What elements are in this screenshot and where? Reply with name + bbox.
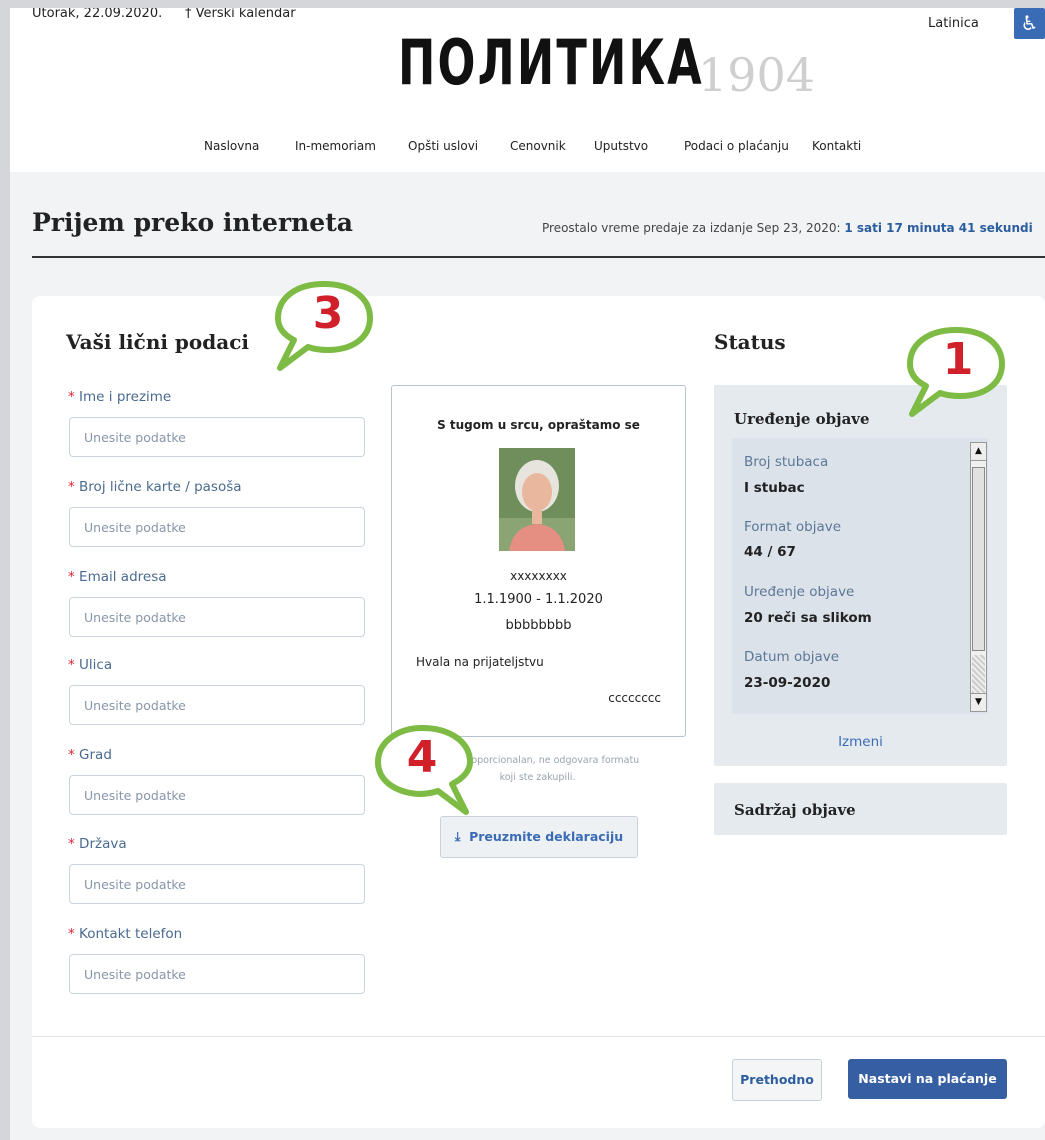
- download-icon: ⤓: [454, 829, 461, 844]
- format-value: 44 / 67: [744, 544, 796, 560]
- previous-button[interactable]: Prethodno: [732, 1059, 822, 1101]
- nav-item-naslovna[interactable]: Naslovna: [204, 139, 259, 153]
- current-date: Utorak, 22.09.2020.: [32, 8, 163, 21]
- continue-to-payment-button[interactable]: Nastavi na plaćanje: [848, 1059, 1007, 1099]
- column-count-value: I stubac: [744, 480, 805, 496]
- city-input[interactable]: [69, 775, 365, 815]
- nav-item-kontakti[interactable]: Kontakti: [812, 139, 861, 153]
- status-scrollbar[interactable]: ▲ ▼: [970, 442, 987, 712]
- portrait-photo: [499, 448, 575, 551]
- callout-number-4: 4: [406, 732, 438, 783]
- field-label-country: * Država: [68, 836, 127, 852]
- scroll-down-icon[interactable]: ▼: [971, 693, 986, 711]
- site-logo[interactable]: ПОЛИТИКА: [398, 26, 704, 99]
- preview-text-line: bbbbbbbb: [505, 618, 572, 633]
- status-panel-title: Uređenje objave: [734, 410, 870, 428]
- street-input[interactable]: [69, 685, 365, 725]
- preview-signature: cccccccc: [608, 691, 661, 705]
- nav-item-cenovnik[interactable]: Cenovnik: [510, 139, 566, 153]
- callout-number-1: 1: [942, 334, 974, 385]
- nav-item-in-memoriam[interactable]: In-memoriam: [295, 139, 376, 153]
- phone-input[interactable]: [69, 954, 365, 994]
- page-title: Prijem preko interneta: [32, 208, 353, 237]
- status-details: Broj stubaca I stubac Format objave 44 /…: [732, 438, 988, 714]
- country-input[interactable]: [69, 864, 365, 904]
- logo-year: 1904: [698, 48, 816, 102]
- scroll-track[interactable]: [972, 655, 985, 693]
- religious-calendar-link[interactable]: † Verski kalendar: [185, 8, 296, 21]
- scroll-thumb[interactable]: [972, 467, 985, 651]
- field-label-city: * Grad: [68, 747, 112, 763]
- deadline-timer: Preostalo vreme predaje za izdanje Sep 2…: [542, 221, 1033, 235]
- nav-item-opsti-uslovi[interactable]: Opšti uslovi: [408, 139, 478, 153]
- personal-data-title: Vaši lični podaci: [66, 330, 249, 354]
- preview-dates: 1.1.1900 - 1.1.2020: [474, 592, 603, 607]
- nav-item-podaci-o-placanju[interactable]: Podaci o plaćanju: [684, 139, 789, 153]
- layout-value: 20 reči sa slikom: [744, 610, 872, 626]
- edit-link[interactable]: Izmeni: [714, 734, 1007, 750]
- publish-date-value: 23-09-2020: [744, 675, 831, 691]
- callout-number-3: 3: [312, 288, 344, 339]
- title-divider: [32, 256, 1045, 258]
- script-toggle-link[interactable]: Latinica: [928, 16, 979, 31]
- wheelchair-icon[interactable]: ♿: [1014, 8, 1045, 39]
- deadline-label: Preostalo vreme predaje za izdanje Sep 2…: [542, 221, 845, 235]
- column-count-label: Broj stubaca: [744, 454, 829, 470]
- download-declaration-button[interactable]: ⤓ Preuzmite deklaraciju: [440, 816, 638, 858]
- nav-item-uputstvo[interactable]: Uputstvo: [594, 139, 648, 153]
- status-panel: Uređenje objave Broj stubaca I stubac Fo…: [714, 385, 1007, 766]
- layout-label: Uređenje objave: [744, 584, 855, 600]
- id-number-input[interactable]: [69, 507, 365, 547]
- field-label-phone: * Kontakt telefon: [68, 926, 183, 942]
- preview-heading: S tugom u srcu, opraštamo se: [437, 418, 640, 432]
- field-label-full-name: * Ime i prezime: [68, 389, 172, 405]
- format-label: Format objave: [744, 519, 842, 535]
- obituary-preview: S tugom u srcu, opraštamo se xxxxxxxx 1.…: [391, 385, 686, 737]
- field-label-email: * Email adresa: [68, 569, 167, 585]
- preview-name: xxxxxxxx: [510, 569, 567, 583]
- scroll-up-icon[interactable]: ▲: [971, 443, 986, 461]
- portrait-image: [499, 448, 575, 551]
- content-section[interactable]: Sadržaj objave: [714, 783, 1007, 835]
- email-input[interactable]: [69, 597, 365, 637]
- site-header: Utorak, 22.09.2020. † Verski kalendar La…: [10, 8, 1045, 172]
- field-label-street: * Ulica: [68, 657, 113, 673]
- footer-divider: [32, 1036, 1045, 1037]
- deadline-value: 1 sati 17 minuta 41 sekundi: [844, 221, 1033, 235]
- publish-date-label: Datum objave: [744, 649, 840, 665]
- full-name-input[interactable]: [69, 417, 365, 457]
- preview-thanks: Hvala na prijateljstvu: [416, 655, 544, 669]
- content-section-title: Sadržaj objave: [734, 801, 856, 819]
- status-title: Status: [714, 330, 786, 354]
- page-frame: Utorak, 22.09.2020. † Verski kalendar La…: [10, 8, 1045, 1140]
- field-label-id-number: * Broj lične karte / pasoša: [68, 479, 242, 495]
